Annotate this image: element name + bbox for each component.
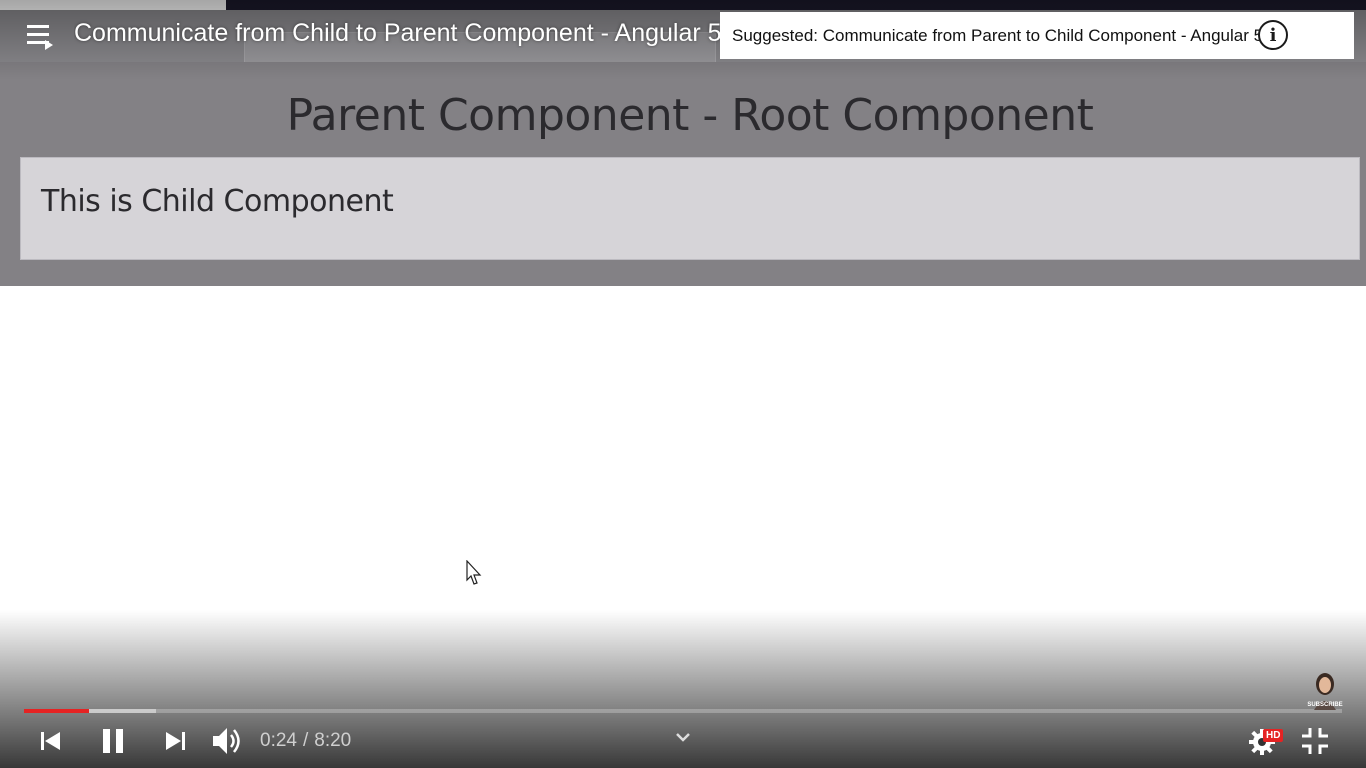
next-button[interactable] xyxy=(162,724,188,758)
chevron-down-icon[interactable] xyxy=(674,730,692,744)
duration: 8:20 xyxy=(314,730,352,751)
previous-button[interactable] xyxy=(38,724,64,758)
next-icon xyxy=(166,732,185,750)
previous-icon xyxy=(41,732,60,750)
fullscreen-exit-icon[interactable] xyxy=(1300,726,1330,756)
current-time: 0:24 xyxy=(260,730,297,751)
time-display: 0:24/8:20 xyxy=(260,730,351,752)
video-title[interactable]: Communicate from Child to Parent Compone… xyxy=(74,19,720,48)
play-icon xyxy=(45,40,53,50)
hd-badge: HD xyxy=(1263,729,1284,742)
video-player[interactable]: Parent Component - Root Component This i… xyxy=(0,0,1366,768)
volume-button[interactable] xyxy=(210,724,244,758)
browser-top-strip xyxy=(226,0,1366,10)
child-component-text: This is Child Component xyxy=(41,184,394,219)
child-component-box: This is Child Component xyxy=(20,157,1360,260)
progress-bar[interactable] xyxy=(24,709,1342,713)
parent-component-heading: Parent Component - Root Component xyxy=(286,90,1094,141)
pause-icon xyxy=(103,729,123,753)
subscribe-label[interactable]: SUBSCRIBE xyxy=(1306,702,1344,708)
share-icon[interactable] xyxy=(1310,22,1344,50)
volume-icon xyxy=(213,728,240,754)
pause-button[interactable] xyxy=(100,724,126,758)
suggested-video-text[interactable]: Suggested: Communicate from Parent to Ch… xyxy=(732,26,1262,46)
time-separator: / xyxy=(302,730,309,751)
suggested-video-card[interactable]: Suggested: Communicate from Parent to Ch… xyxy=(720,12,1354,59)
bottom-shade xyxy=(0,610,1366,768)
info-icon[interactable]: i xyxy=(1258,20,1288,50)
progress-played xyxy=(24,709,89,713)
mouse-cursor-icon xyxy=(466,560,482,585)
